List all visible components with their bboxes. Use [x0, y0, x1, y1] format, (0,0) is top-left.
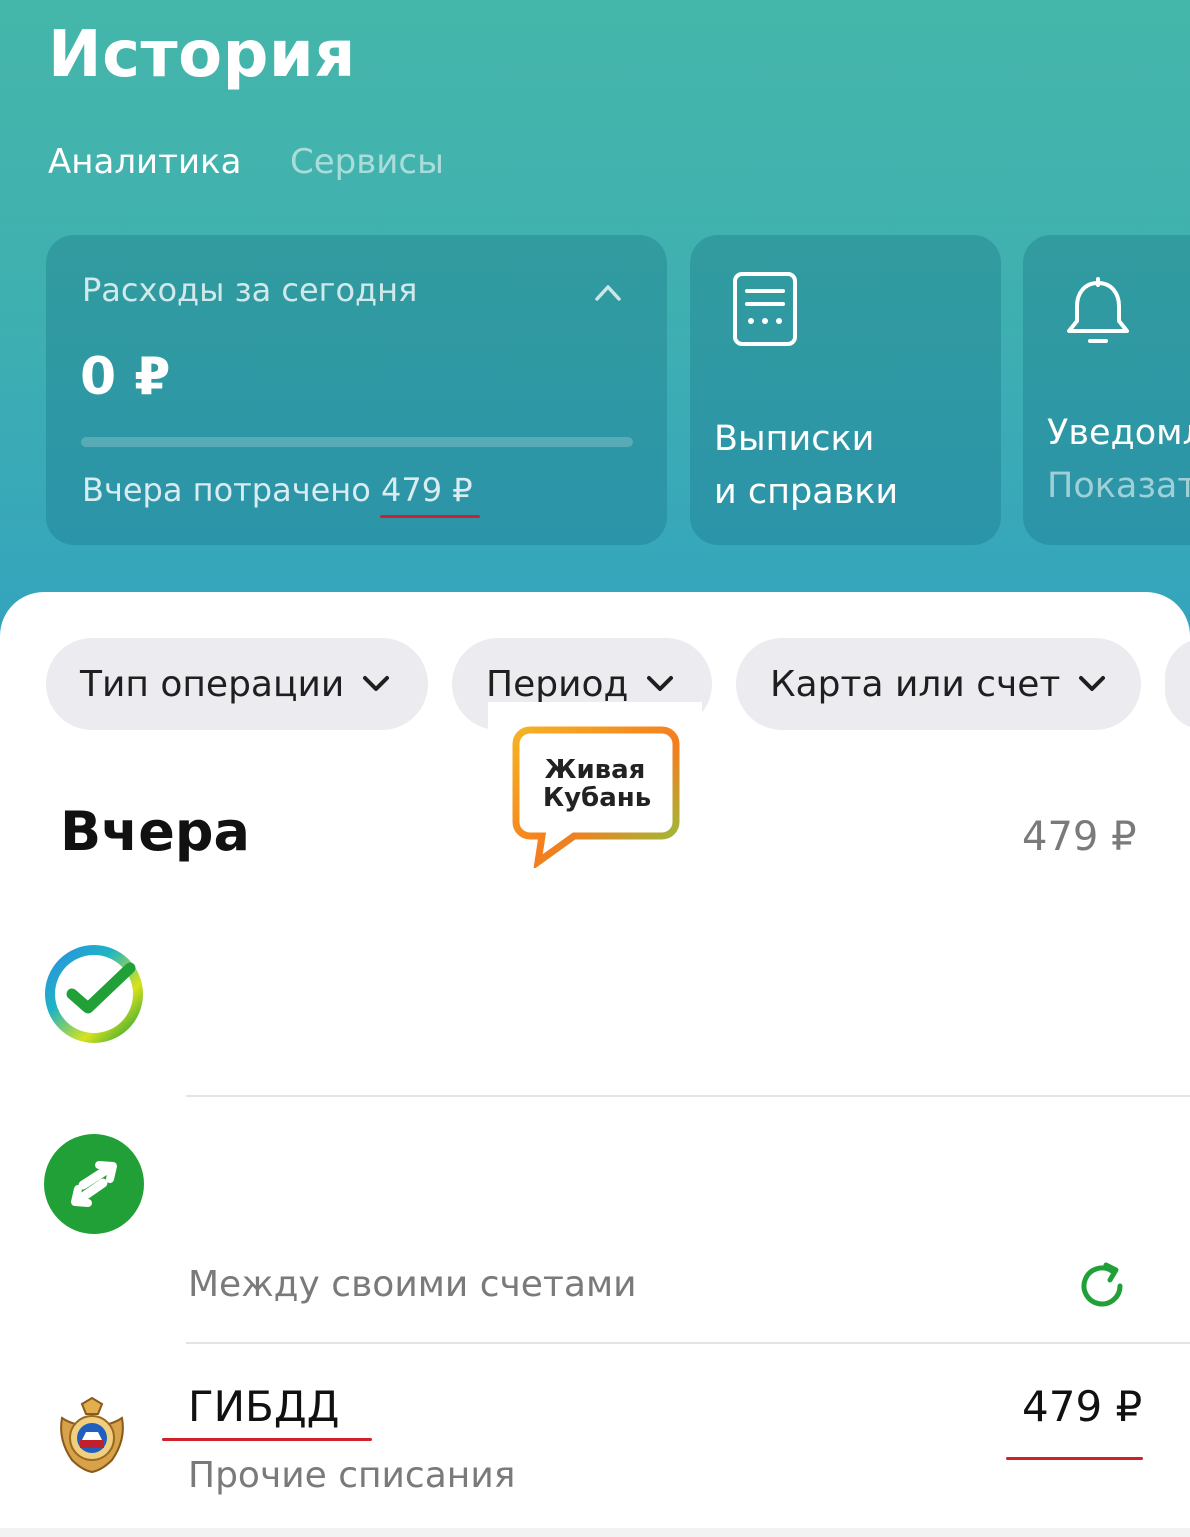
statements-card[interactable]: Выписки и справки — [690, 235, 1001, 545]
svg-text:Живая: Живая — [545, 755, 646, 785]
filter-card-or-account[interactable]: Карта или счет — [736, 638, 1141, 730]
filter-period-label: Период — [486, 663, 629, 705]
yesterday-spent-amount: 479 ₽ — [380, 471, 473, 509]
transaction-title: ГИБДД — [188, 1382, 340, 1431]
yesterday-spent: Вчера потрачено 479 ₽ — [82, 471, 473, 509]
red-underline-annotation — [1006, 1457, 1143, 1460]
spend-today-card[interactable]: Расходы за сегодня 0 ₽ Вчера потрачено 4… — [46, 235, 667, 545]
filter-operation-type[interactable]: Тип операции — [46, 638, 428, 730]
notifications-card[interactable]: Уведомл Показат — [1023, 235, 1190, 545]
document-icon — [733, 272, 797, 346]
red-underline-annotation — [380, 515, 480, 518]
sber-check-icon — [45, 945, 143, 1043]
spend-progress-bar — [81, 437, 633, 447]
red-underline-annotation — [162, 1438, 372, 1441]
yesterday-spent-label: Вчера потрачено — [82, 471, 371, 509]
page-title: История — [48, 18, 356, 92]
svg-text:Кубань: Кубань — [543, 783, 651, 813]
day-group-total: 479 ₽ — [1022, 814, 1137, 860]
statements-line1: Выписки — [714, 419, 875, 459]
notifications-subtitle: Показат — [1047, 466, 1190, 506]
transaction-subtitle: Прочие списания — [188, 1455, 516, 1496]
gibdd-emblem-icon — [60, 1396, 124, 1474]
notifications-title: Уведомл — [1047, 413, 1190, 453]
statements-label: Выписки и справки — [714, 413, 898, 519]
statements-line2: и справки — [714, 472, 899, 512]
tab-services[interactable]: Сервисы — [290, 142, 444, 182]
row-divider — [186, 1095, 1190, 1097]
filter-operation-type-label: Тип операции — [80, 663, 345, 705]
day-group-title: Вчера — [60, 800, 250, 863]
chevron-up-icon[interactable] — [594, 279, 622, 307]
bell-icon — [1067, 277, 1129, 343]
filter-card-label: Карта или счет — [770, 663, 1061, 705]
bottom-edge — [0, 1528, 1190, 1537]
transfer-arrows-icon — [44, 1134, 144, 1234]
transaction-amount: 479 ₽ — [1022, 1382, 1143, 1431]
chevron-down-icon — [1079, 676, 1106, 691]
tab-analytics[interactable]: Аналитика — [48, 142, 241, 182]
row-divider — [186, 1342, 1190, 1344]
spend-label: Расходы за сегодня — [82, 271, 418, 309]
zhivaya-kuban-watermark-logo: Живая Кубань — [512, 726, 680, 868]
spend-amount: 0 ₽ — [80, 347, 171, 407]
transaction-subtitle: Между своими счетами — [188, 1264, 637, 1305]
header-background: История Аналитика Сервисы Расходы за сег… — [0, 0, 1190, 660]
chevron-down-icon — [647, 676, 674, 691]
chevron-down-icon — [363, 676, 390, 691]
repeat-icon[interactable] — [1076, 1260, 1128, 1312]
